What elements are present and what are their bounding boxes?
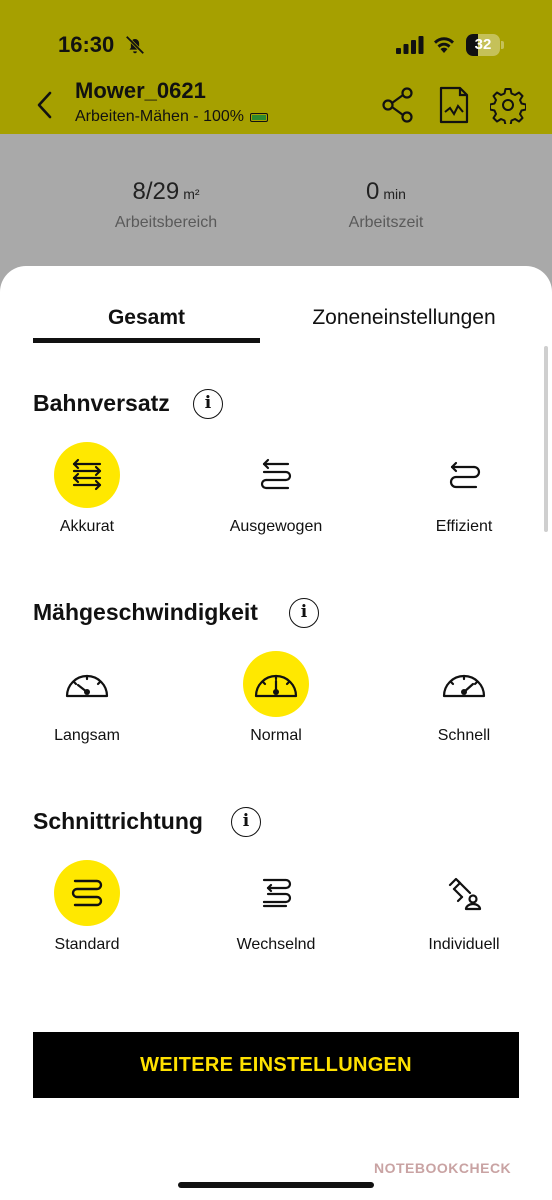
stat-area: 8/29 m² Arbeitsbereich	[66, 178, 266, 232]
direction-alternating-icon	[262, 878, 292, 908]
battery-indicator: 32	[466, 34, 504, 56]
option-effizient[interactable]: Effizient	[374, 442, 552, 536]
stat-time-unit: min	[383, 186, 406, 202]
option-effizient-circle	[431, 442, 497, 508]
status-bar: 16:30 32	[0, 0, 552, 88]
direction-custom-icon	[448, 877, 482, 911]
direction-standard-icon	[71, 879, 103, 907]
option-individuell-circle	[431, 860, 497, 926]
option-akkurat[interactable]: Akkurat	[0, 442, 177, 536]
path-efficient-icon	[449, 461, 481, 489]
option-normal[interactable]: Normal	[186, 651, 366, 745]
option-wechselnd-label: Wechselnd	[236, 936, 316, 953]
app-header: 16:30 32 Mower_0621 Arbeiten-Mähen - 100…	[0, 0, 552, 134]
option-langsam-circle	[54, 651, 120, 717]
more-settings-button[interactable]: WEITERE EINSTELLUNGEN	[33, 1032, 519, 1098]
wifi-icon	[434, 37, 454, 53]
tab-zoneneinstellungen[interactable]: Zoneneinstellungen	[286, 306, 522, 330]
option-akkurat-circle	[54, 442, 120, 508]
section-title-direction: Schnittrichtung	[33, 808, 203, 834]
battery-full-icon	[249, 112, 268, 122]
option-normal-circle	[243, 651, 309, 717]
section-title-speed: Mähgeschwindigkeit	[33, 599, 258, 625]
gear-icon[interactable]	[490, 86, 526, 124]
path-balanced-icon	[260, 458, 292, 490]
settings-sheet: Gesamt Zoneneinstellungen Bahnversatz i …	[0, 266, 552, 1200]
report-icon[interactable]	[436, 86, 472, 124]
option-ausgewogen-circle	[243, 442, 309, 508]
home-indicator[interactable]	[178, 1182, 374, 1188]
option-wechselnd-circle	[243, 860, 309, 926]
stat-area-value: 8/29	[132, 178, 180, 205]
back-chevron-icon[interactable]	[34, 90, 56, 120]
option-individuell[interactable]: Individuell	[374, 860, 552, 954]
info-icon[interactable]: i	[231, 807, 261, 837]
device-status-text: Arbeiten-Mähen - 100%	[75, 108, 244, 125]
gauge-normal-icon	[254, 674, 298, 698]
option-effizient-label: Effizient	[435, 518, 493, 535]
option-ausgewogen[interactable]: Ausgewogen	[186, 442, 366, 536]
option-schnell-circle	[431, 651, 497, 717]
bell-off-icon	[125, 35, 145, 55]
status-time: 16:30	[58, 32, 115, 57]
path-accurate-icon	[72, 458, 102, 491]
option-standard-circle	[54, 860, 120, 926]
gauge-slow-icon	[65, 674, 109, 698]
gauge-fast-icon	[442, 674, 486, 698]
option-wechselnd[interactable]: Wechselnd	[186, 860, 366, 954]
stat-area-label: Arbeitsbereich	[114, 214, 218, 231]
share-icon[interactable]	[380, 86, 416, 124]
option-akkurat-label: Akkurat	[59, 518, 115, 535]
option-individuell-label: Individuell	[428, 936, 500, 953]
signal-icon	[396, 36, 424, 54]
device-status: Arbeiten-Mähen - 100%	[75, 108, 268, 126]
info-icon[interactable]: i	[193, 389, 223, 419]
option-langsam[interactable]: Langsam	[0, 651, 177, 745]
tab-gesamt[interactable]: Gesamt	[33, 306, 260, 330]
option-schnell-label: Schnell	[437, 727, 491, 744]
option-standard[interactable]: Standard	[0, 860, 177, 954]
stat-time-value: 0	[366, 178, 380, 205]
option-standard-label: Standard	[54, 936, 120, 953]
info-icon[interactable]: i	[289, 598, 319, 628]
option-langsam-label: Langsam	[54, 727, 120, 744]
option-ausgewogen-label: Ausgewogen	[229, 518, 323, 535]
stat-area-unit: m²	[183, 186, 200, 202]
stat-time-label: Arbeitszeit	[348, 214, 424, 231]
section-title-bahnversatz: Bahnversatz	[33, 390, 170, 416]
stat-time: 0 min Arbeitszeit	[286, 178, 486, 232]
option-normal-label: Normal	[250, 727, 302, 744]
device-title: Mower_0621	[75, 78, 206, 103]
option-schnell[interactable]: Schnell	[374, 651, 552, 745]
watermark: NOTEBOOKCHECK	[374, 1160, 512, 1176]
active-tab-indicator	[33, 338, 260, 343]
